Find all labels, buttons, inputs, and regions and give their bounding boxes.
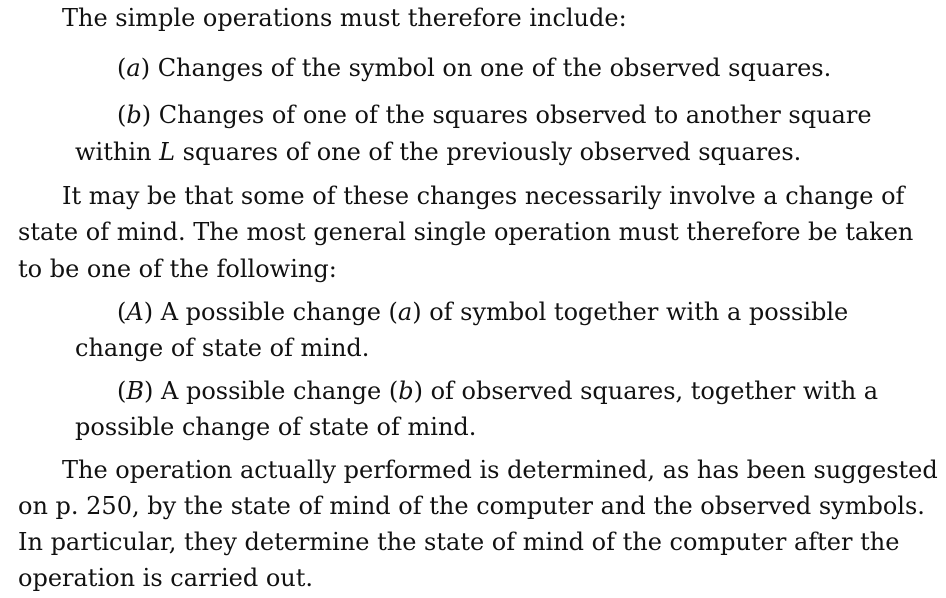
item-b-marker-open: ( <box>117 101 127 129</box>
item-a-text: Changes of the symbol on one of the obse… <box>150 54 832 82</box>
item-B-marker-close: ) <box>144 377 154 405</box>
list-item-b-line2: within L squares of one of the previousl… <box>75 134 801 172</box>
item-a-marker-open: ( <box>117 54 127 82</box>
document-page: The simple operations must therefore inc… <box>0 0 946 595</box>
item-b-marker-letter: b <box>126 101 142 129</box>
item-b-line2-variable: L <box>159 138 176 166</box>
list-item-B-line1: (B) A possible change (b) of observed sq… <box>117 373 878 411</box>
item-B-line1-pre: A possible change ( <box>153 377 399 405</box>
item-B-marker-open: ( <box>117 377 127 405</box>
intro-line: The simple operations must therefore inc… <box>62 4 627 32</box>
item-b-line2-post: squares of one of the previously observe… <box>175 138 802 166</box>
item-a-marker-letter: a <box>126 54 141 82</box>
item-B-line1-variable: b <box>398 377 414 405</box>
paragraph-change-line3: to be one of the following: <box>18 255 337 283</box>
list-item-B-line2: possible change of state of mind. <box>75 413 477 441</box>
list-item-b-line1: (b) Changes of one of the squares observ… <box>117 97 872 135</box>
item-A-marker-letter: A <box>126 298 144 326</box>
item-A-line1-pre: A possible change ( <box>153 298 398 326</box>
item-A-line1-post: ) of symbol together with a possible <box>412 298 849 326</box>
paragraph-operation-line1: The operation actually performed is dete… <box>62 456 938 484</box>
list-item-A-line1: (A) A possible change (a) of symbol toge… <box>117 294 848 332</box>
paragraph-change-line2: state of mind. The most general single o… <box>18 218 914 246</box>
item-b-marker-close: ) <box>141 101 152 129</box>
paragraph-change-line1: It may be that some of these changes nec… <box>62 182 905 210</box>
item-A-marker-close: ) <box>143 298 154 326</box>
item-B-line1-post: ) of observed squares, together with a <box>413 377 879 405</box>
paragraph-operation-line3: In particular, they determine the state … <box>18 528 900 556</box>
item-b-line1-text: Changes of one of the squares observed t… <box>151 101 872 129</box>
item-B-marker-letter: B <box>126 377 145 405</box>
list-item-a: (a) Changes of the symbol on one of the … <box>117 50 831 88</box>
item-A-marker-open: ( <box>117 298 127 326</box>
item-A-line1-variable: a <box>397 298 413 326</box>
list-item-A-line2: change of state of mind. <box>75 334 370 362</box>
paragraph-operation-line4: operation is carried out. <box>18 564 314 592</box>
paragraph-operation-line2: on p. 250, by the state of mind of the c… <box>18 492 925 520</box>
item-a-marker-close: ) <box>140 54 151 82</box>
item-b-line2-pre: within <box>75 138 160 166</box>
